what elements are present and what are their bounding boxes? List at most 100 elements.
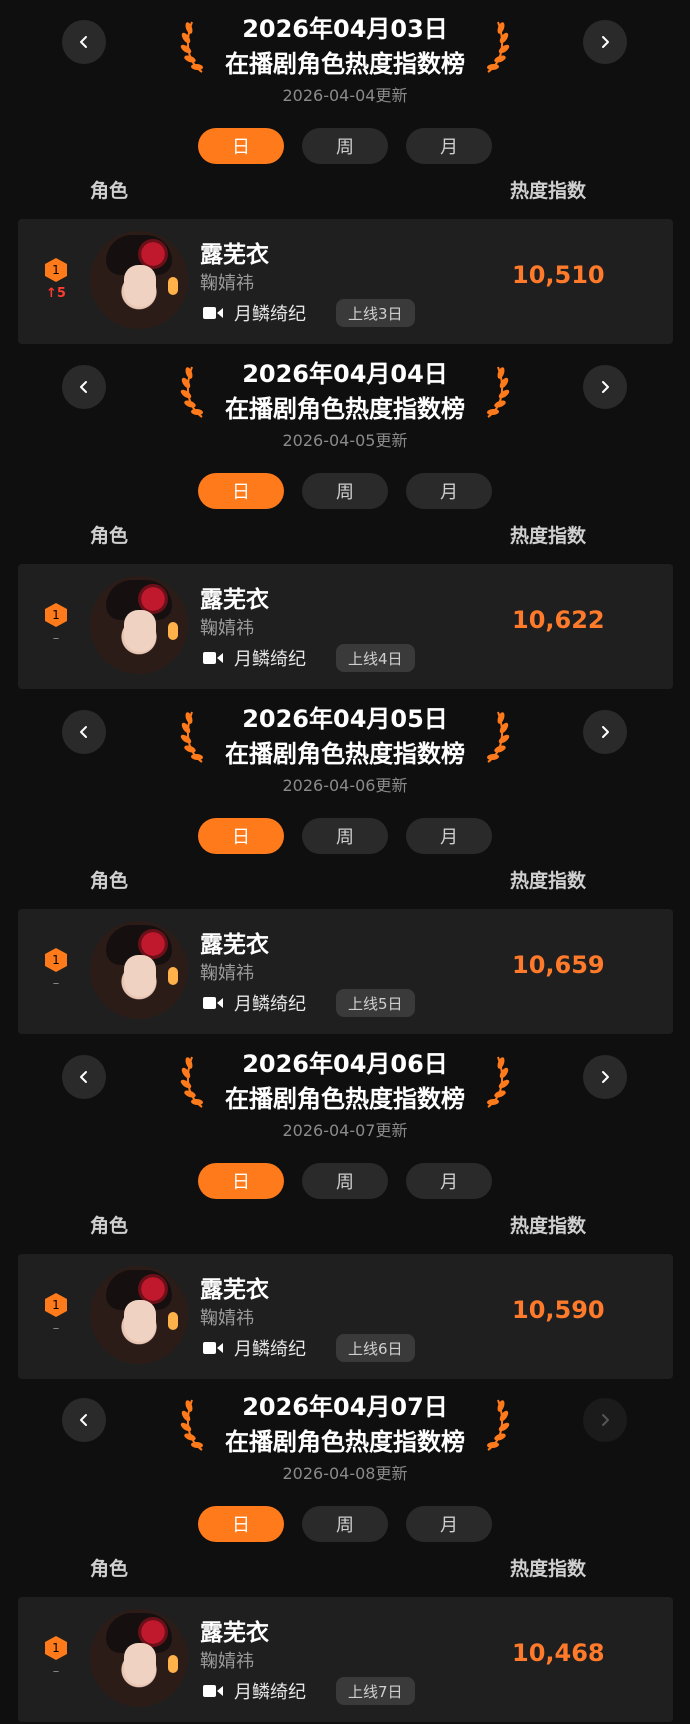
actor-name[interactable]: 鞠婧祎 bbox=[200, 959, 254, 985]
prev-date-button[interactable] bbox=[62, 1055, 106, 1099]
rank-change: – bbox=[52, 976, 60, 991]
chevron-right-icon bbox=[602, 1414, 609, 1426]
heat-score: 10,622 bbox=[512, 606, 605, 634]
tab-day[interactable]: 日 bbox=[198, 818, 284, 854]
ranking-row[interactable]: 1 ↑5 露芜衣 鞠婧祎 月鳞绮纪 上线3日 10,510 bbox=[18, 219, 673, 344]
actor-name[interactable]: 鞠婧祎 bbox=[200, 614, 254, 640]
tab-month[interactable]: 月 bbox=[406, 473, 492, 509]
heat-score: 10,659 bbox=[512, 951, 605, 979]
heat-score: 10,468 bbox=[512, 1639, 605, 1667]
laurel-icon bbox=[487, 366, 510, 418]
character-name[interactable]: 露芜衣 bbox=[200, 1613, 269, 1647]
avatar[interactable] bbox=[90, 1266, 188, 1364]
chevron-right-icon bbox=[602, 36, 609, 48]
chart-date: 2026年04月07日 bbox=[242, 1393, 448, 1421]
ranking-row[interactable]: 1 – 露芜衣 鞠婧祎 月鳞绮纪 上线6日 10,590 bbox=[18, 1254, 673, 1379]
character-name[interactable]: 露芜衣 bbox=[200, 925, 269, 959]
online-days-badge: 上线7日 bbox=[336, 1677, 415, 1705]
hexagon-rank-icon: 1 bbox=[45, 603, 67, 627]
hexagon-rank-icon: 1 bbox=[45, 1293, 67, 1317]
online-days-badge: 上线4日 bbox=[336, 644, 415, 672]
chart-title: 在播剧角色热度指数榜 bbox=[225, 395, 465, 423]
next-date-button[interactable] bbox=[583, 1398, 627, 1442]
ranking-section: 2026年04月07日 在播剧角色热度指数榜 2026-04-08更新 日 周 … bbox=[0, 1378, 690, 1723]
actor-name[interactable]: 鞠婧祎 bbox=[200, 1647, 254, 1673]
character-name[interactable]: 露芜衣 bbox=[200, 1270, 269, 1304]
tab-day[interactable]: 日 bbox=[198, 473, 284, 509]
chart-title: 在播剧角色热度指数榜 bbox=[225, 1085, 465, 1113]
tab-month[interactable]: 月 bbox=[406, 818, 492, 854]
chart-date: 2026年04月03日 bbox=[242, 15, 448, 43]
column-header-heat: 热度指数 bbox=[510, 1558, 587, 1580]
chevron-right-icon bbox=[602, 381, 609, 393]
chevron-left-icon bbox=[80, 36, 87, 48]
drama-title[interactable]: 月鳞绮纪 bbox=[234, 300, 306, 326]
tab-day[interactable]: 日 bbox=[198, 128, 284, 164]
rank-change: – bbox=[52, 631, 60, 646]
avatar[interactable] bbox=[90, 1609, 188, 1707]
tab-week[interactable]: 周 bbox=[302, 473, 388, 509]
tab-month[interactable]: 月 bbox=[406, 128, 492, 164]
online-days-badge: 上线5日 bbox=[336, 989, 415, 1017]
character-name[interactable]: 露芜衣 bbox=[200, 580, 269, 614]
actor-name[interactable]: 鞠婧祎 bbox=[200, 269, 254, 295]
drama-title[interactable]: 月鳞绮纪 bbox=[234, 645, 306, 671]
video-camera-icon bbox=[203, 997, 223, 1009]
chart-title: 在播剧角色热度指数榜 bbox=[225, 50, 465, 78]
chevron-left-icon bbox=[80, 1414, 87, 1426]
ranking-section: 2026年04月06日 在播剧角色热度指数榜 2026-04-07更新 日 周 … bbox=[0, 1035, 690, 1380]
tab-week[interactable]: 周 bbox=[302, 818, 388, 854]
tab-month[interactable]: 月 bbox=[406, 1506, 492, 1542]
avatar[interactable] bbox=[90, 576, 188, 674]
character-name[interactable]: 露芜衣 bbox=[200, 235, 269, 269]
actor-name[interactable]: 鞠婧祎 bbox=[200, 1304, 254, 1330]
drama-title[interactable]: 月鳞绮纪 bbox=[234, 1678, 306, 1704]
tab-week[interactable]: 周 bbox=[302, 1163, 388, 1199]
tab-day[interactable]: 日 bbox=[198, 1506, 284, 1542]
ranking-page: 2026年04月03日 在播剧角色热度指数榜 2026-04-04更新 日 周 … bbox=[0, 0, 690, 1724]
ranking-row[interactable]: 1 – 露芜衣 鞠婧祎 月鳞绮纪 上线7日 10,468 bbox=[18, 1597, 673, 1722]
updated-time: 2026-04-06更新 bbox=[282, 776, 408, 795]
heat-score: 10,590 bbox=[512, 1296, 605, 1324]
rank-number: 1 bbox=[52, 1641, 60, 1655]
prev-date-button[interactable] bbox=[62, 365, 106, 409]
ranking-section: 2026年04月03日 在播剧角色热度指数榜 2026-04-04更新 日 周 … bbox=[0, 0, 690, 345]
drama-title[interactable]: 月鳞绮纪 bbox=[234, 990, 306, 1016]
column-header-role: 角色 bbox=[90, 180, 129, 202]
tab-month[interactable]: 月 bbox=[406, 1163, 492, 1199]
prev-date-button[interactable] bbox=[62, 710, 106, 754]
tab-week[interactable]: 周 bbox=[302, 128, 388, 164]
chart-date: 2026年04月05日 bbox=[242, 705, 448, 733]
hexagon-rank-icon: 1 bbox=[45, 258, 67, 282]
next-date-button[interactable] bbox=[583, 365, 627, 409]
next-date-button[interactable] bbox=[583, 1055, 627, 1099]
next-date-button[interactable] bbox=[583, 20, 627, 64]
laurel-icon bbox=[487, 21, 510, 73]
hexagon-rank-icon: 1 bbox=[45, 1636, 67, 1660]
avatar[interactable] bbox=[90, 231, 188, 329]
video-camera-icon bbox=[203, 1685, 223, 1697]
rank-number: 1 bbox=[52, 608, 60, 622]
drama-title[interactable]: 月鳞绮纪 bbox=[234, 1335, 306, 1361]
chevron-right-icon bbox=[602, 1071, 609, 1083]
chart-date: 2026年04月06日 bbox=[242, 1050, 448, 1078]
rank-number: 1 bbox=[52, 953, 60, 967]
ranking-row[interactable]: 1 – 露芜衣 鞠婧祎 月鳞绮纪 上线4日 10,622 bbox=[18, 564, 673, 689]
next-date-button[interactable] bbox=[583, 710, 627, 754]
tab-day[interactable]: 日 bbox=[198, 1163, 284, 1199]
prev-date-button[interactable] bbox=[62, 20, 106, 64]
prev-date-button[interactable] bbox=[62, 1398, 106, 1442]
chevron-left-icon bbox=[80, 381, 87, 393]
updated-time: 2026-04-07更新 bbox=[282, 1121, 408, 1140]
ranking-section: 2026年04月05日 在播剧角色热度指数榜 2026-04-06更新 日 周 … bbox=[0, 690, 690, 1035]
updated-time: 2026-04-04更新 bbox=[282, 86, 408, 105]
avatar[interactable] bbox=[90, 921, 188, 1019]
rank-change: ↑5 bbox=[46, 286, 66, 301]
chevron-left-icon bbox=[80, 1071, 87, 1083]
heat-score: 10,510 bbox=[512, 261, 605, 289]
updated-time: 2026-04-08更新 bbox=[282, 1464, 408, 1483]
tab-week[interactable]: 周 bbox=[302, 1506, 388, 1542]
column-header-heat: 热度指数 bbox=[510, 525, 587, 547]
ranking-row[interactable]: 1 – 露芜衣 鞠婧祎 月鳞绮纪 上线5日 10,659 bbox=[18, 909, 673, 1034]
column-header-heat: 热度指数 bbox=[510, 870, 587, 892]
